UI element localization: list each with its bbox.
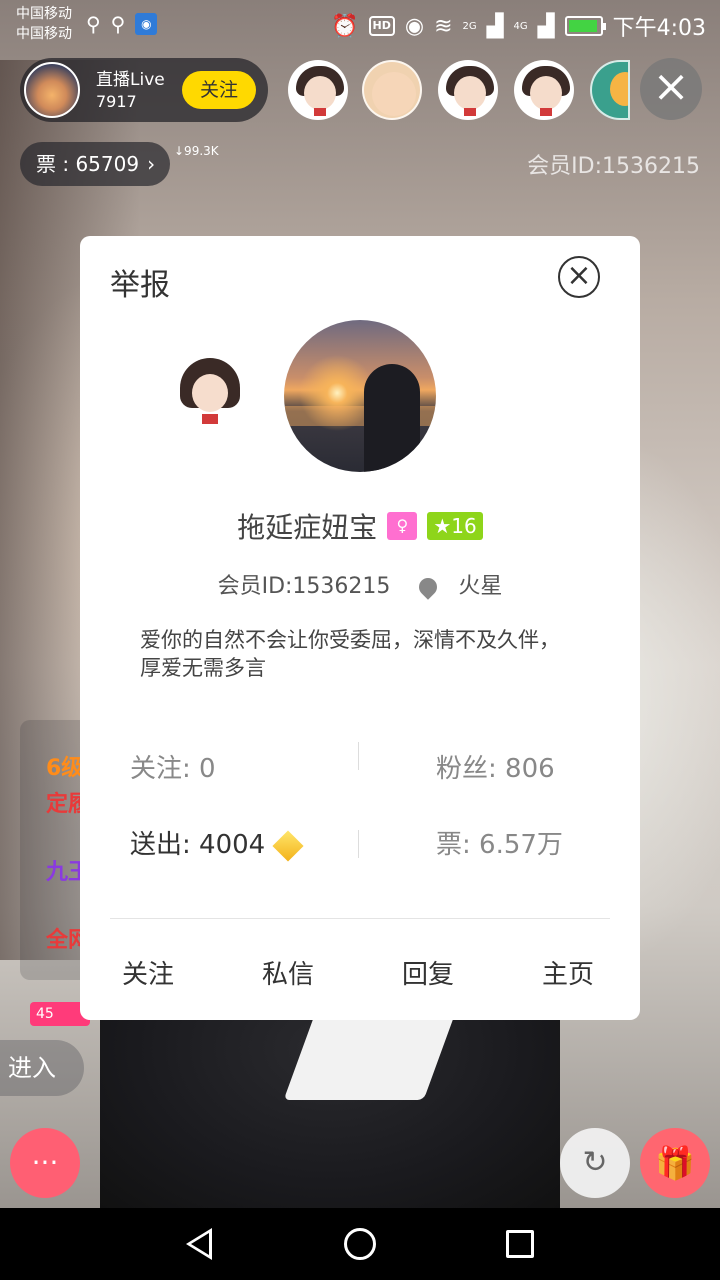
battery-icon <box>564 16 606 36</box>
diamond-icon <box>272 829 304 862</box>
fans-count[interactable]: 粉丝: 806 <box>436 748 555 785</box>
actions-divider <box>110 918 610 919</box>
gift-icon: 🎁 <box>655 1144 695 1182</box>
host-info[interactable]: 直播Live 7917 关注 <box>20 58 268 122</box>
carrier-1: 中国移动 <box>16 6 72 22</box>
location-pin-icon <box>415 574 442 600</box>
recent-apps-icon[interactable] <box>506 1230 534 1258</box>
homepage-button[interactable]: 主页 <box>542 954 594 991</box>
status-right-icons: ⏰ HD ◉ ≋ 2G ▟ 4G ▟ 下午4:03 <box>331 10 706 42</box>
alarm-icon: ⏰ <box>331 13 359 39</box>
stat-divider-2 <box>358 830 359 858</box>
share-button[interactable]: ↻ <box>560 1128 630 1198</box>
wifi-icon: ≋ <box>434 13 453 39</box>
signal-2-icon: ▟ <box>537 13 555 39</box>
viewer-avatar-1[interactable] <box>288 60 348 120</box>
status-bar: 中国移动 中国移动 ⚲ ⚲ ◉ ⏰ HD ◉ ≋ 2G ▟ 4G ▟ 下午4:0… <box>0 0 720 48</box>
carrier-labels: 中国移动 中国移动 <box>16 4 72 44</box>
chat-line-1: 6级 <box>46 756 84 781</box>
viewer-avatar-4[interactable] <box>514 60 574 120</box>
tickets-label: 票 : 65709 <box>36 152 140 176</box>
profile-name-row: 拖延症妞宝 ♀ ★16 <box>80 506 640 546</box>
host-name: 直播Live <box>96 70 165 90</box>
tickets-pill[interactable]: 票 : 65709 › <box>20 142 170 186</box>
following-count[interactable]: 关注: 0 <box>130 748 216 785</box>
chat-bubble-icon: ··· <box>31 1146 59 1179</box>
host-id: 7917 <box>96 92 137 111</box>
enter-notice: 进入 <box>0 1040 84 1096</box>
message-button[interactable]: 私信 <box>262 954 314 991</box>
stat-divider-1 <box>358 742 359 770</box>
viewer-avatar-2[interactable] <box>362 60 422 120</box>
home-icon[interactable] <box>344 1228 376 1260</box>
reply-button[interactable]: 回复 <box>402 954 454 991</box>
profile-username: 拖延症妞宝 <box>237 511 378 544</box>
eye-icon: ◉ <box>404 13 425 39</box>
profile-meta: 会员ID:1536215 火星 <box>80 568 640 600</box>
level-badge: ★16 <box>427 512 483 540</box>
close-dialog-button[interactable]: × <box>558 256 600 298</box>
clock: 下午4:03 <box>612 16 706 41</box>
level-value: 16 <box>451 514 477 538</box>
close-live-button[interactable]: × <box>640 58 702 120</box>
gift-button[interactable]: 🎁 <box>640 1128 710 1198</box>
sent-value: 送出: 4004 <box>130 830 266 860</box>
profile-dialog: 举报 × 拖延症妞宝 ♀ ★16 会员ID:1536215 火星 爱你的自然不会… <box>80 236 640 1020</box>
usb-icon: ⚲ <box>86 12 101 36</box>
small-avatar <box>178 358 242 430</box>
status-left-icons: ⚲ ⚲ ◉ <box>86 12 158 36</box>
gender-badge-icon: ♀ <box>387 512 418 540</box>
share-icon: ↻ <box>582 1145 608 1180</box>
host-avatar[interactable] <box>24 62 80 118</box>
profile-location: 火星 <box>458 574 503 599</box>
viewer-avatar-3[interactable] <box>438 60 498 120</box>
chevron-right-icon: › <box>147 152 156 176</box>
follow-button[interactable]: 关注 <box>122 954 174 991</box>
wifi-hotspot-icon: ◉ <box>135 13 158 35</box>
system-nav-bar <box>0 1208 720 1280</box>
profile-bio: 爱你的自然不会让你受委屈，深情不及久伴，厚爱无需多言 <box>140 628 560 680</box>
usb-icon-2: ⚲ <box>110 12 126 36</box>
signal-1-icon: ▟ <box>486 13 504 39</box>
carrier-2: 中国移动 <box>16 26 72 42</box>
report-title[interactable]: 举报 <box>110 260 170 304</box>
follow-host-button[interactable]: 关注 <box>182 71 256 109</box>
profile-member-id: 会员ID:1536215 <box>217 574 391 599</box>
profile-avatar[interactable] <box>284 320 436 472</box>
back-icon[interactable] <box>186 1228 212 1260</box>
member-id-watermark: 会员ID:1536215 <box>527 154 700 179</box>
chat-button[interactable]: ··· <box>10 1128 80 1198</box>
rank-change: ↓99.3K <box>174 144 219 158</box>
signal-2-label: 4G <box>513 20 528 32</box>
signal-1-label: 2G <box>462 20 477 32</box>
hd-icon: HD <box>368 16 395 36</box>
sent-count: 送出: 4004 <box>130 824 304 862</box>
tickets-count: 票: 6.57万 <box>436 830 563 860</box>
